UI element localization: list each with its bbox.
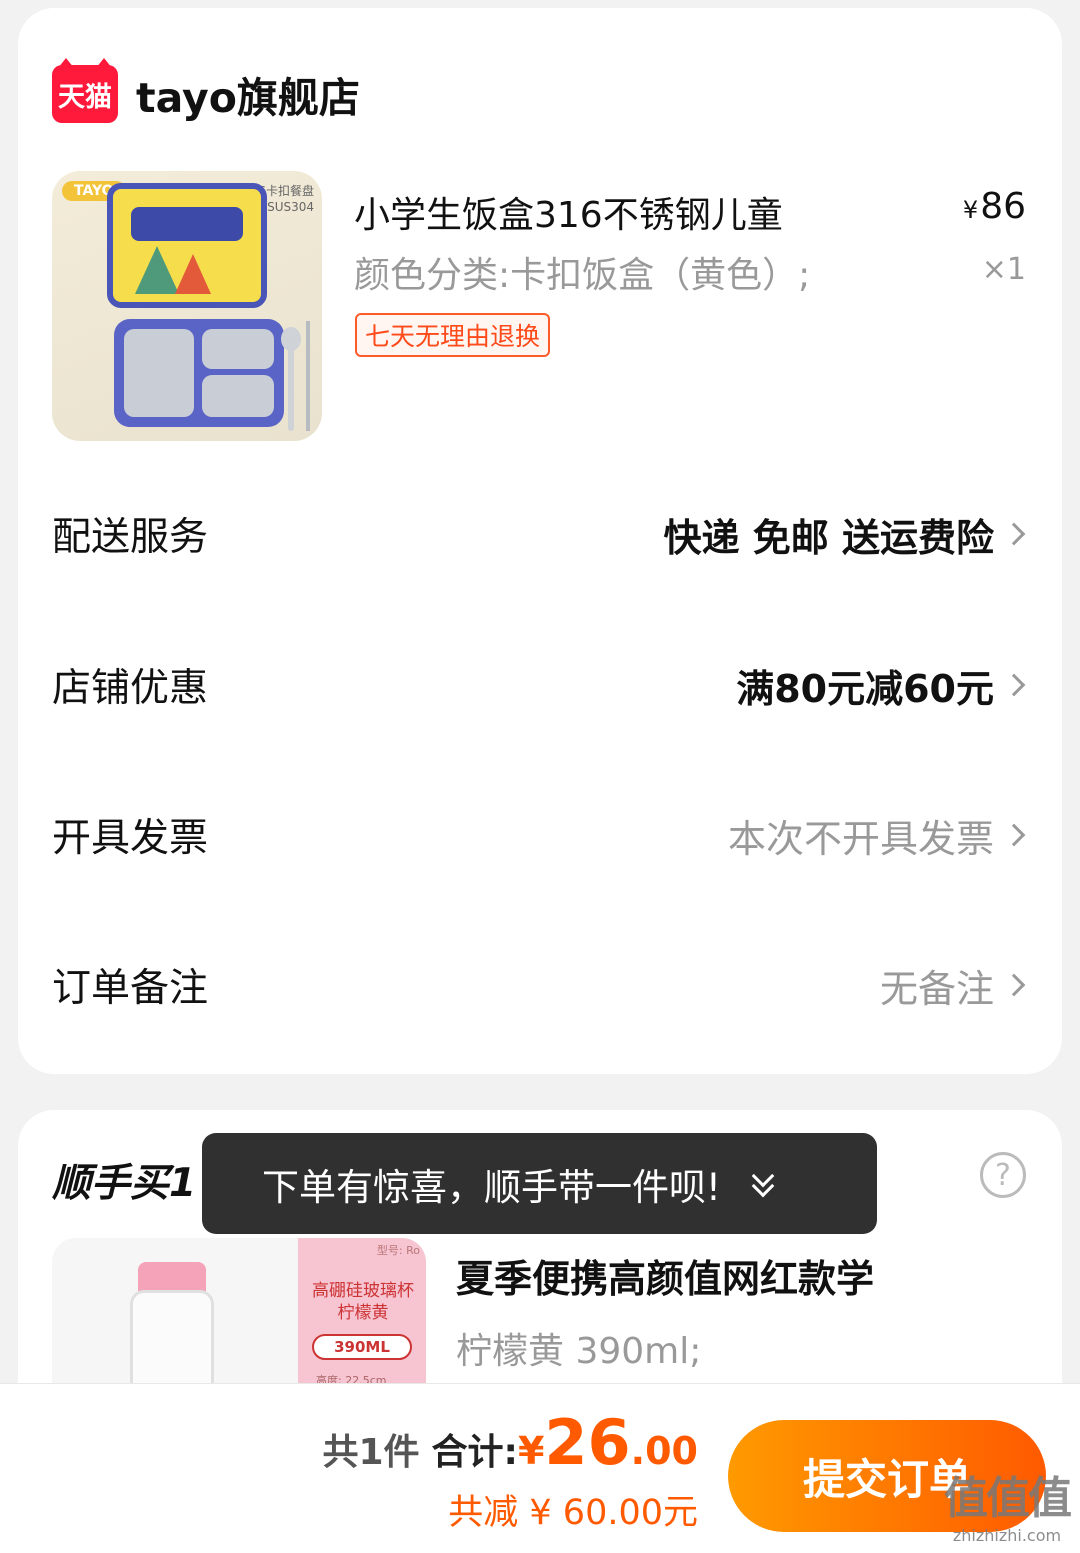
spoon-illustration xyxy=(281,327,301,431)
chevron-right-icon xyxy=(1002,823,1026,847)
row-value: 快递 免邮 送运费险 xyxy=(663,515,994,560)
total-currency: ¥ xyxy=(517,1429,545,1473)
checkout-bar: 共1件 合计: ¥ 26 .00 共减 ¥ 60.00元 提交订单 值值值 zh… xyxy=(0,1383,1080,1553)
row-label: 配送服务 xyxy=(52,515,209,560)
total-saved: 共减 ¥ 60.00元 xyxy=(448,1493,698,1533)
chevron-right-icon xyxy=(1002,973,1026,997)
promo-toast[interactable]: 下单有惊喜，顺手带一件呗! xyxy=(202,1133,877,1234)
invoice-row[interactable]: 开具发票 本次不开具发票 xyxy=(52,805,1028,865)
watermark: 值值值 zhizhizhi.com xyxy=(944,1473,1072,1545)
order-total: 共1件 合计: ¥ 26 .00 xyxy=(322,1406,698,1479)
return-policy-tag: 七天无理由退换 xyxy=(355,313,551,357)
toast-text: 下单有惊喜，顺手带一件呗! xyxy=(262,1165,721,1209)
add-on-item-title[interactable]: 夏季便携高颜值网红款学 xyxy=(456,1248,874,1303)
row-value: 本次不开具发票 xyxy=(727,816,994,861)
product-spec[interactable]: 颜色分类:卡扣饭盒（黄色）; xyxy=(354,246,810,298)
chopsticks-illustration xyxy=(306,321,310,431)
row-label: 开具发票 xyxy=(52,816,209,861)
tmall-logo: 天猫 xyxy=(52,58,118,123)
add-on-item-spec[interactable]: 柠檬黄 390ml; xyxy=(456,1322,701,1374)
total-integer: 26 xyxy=(544,1406,631,1479)
lunchbox-tray-illustration xyxy=(114,319,284,427)
store-order-card: 天猫 tayo旗舰店 TAYO 恐龙316卡扣餐盘 饭盒/餐具SUS304 小学… xyxy=(18,8,1062,1074)
store-name[interactable]: tayo旗舰店 xyxy=(136,64,360,124)
product-title[interactable]: 小学生饭盒316不锈钢儿童 xyxy=(354,186,783,238)
double-chevron-down-icon[interactable] xyxy=(751,1164,775,1197)
lunchbox-lid-illustration xyxy=(107,183,267,308)
item-count: 共1件 xyxy=(322,1432,420,1473)
product-image[interactable]: TAYO 恐龙316卡扣餐盘 饭盒/餐具SUS304 xyxy=(52,171,322,441)
row-label: 店铺优惠 xyxy=(52,666,209,711)
chevron-right-icon xyxy=(1002,673,1026,697)
total-label: 合计: xyxy=(431,1432,518,1473)
product-price: ¥86 xyxy=(962,186,1026,227)
row-label: 订单备注 xyxy=(52,966,209,1011)
order-note-row[interactable]: 订单备注 无备注 xyxy=(52,955,1028,1015)
row-value: 无备注 xyxy=(879,966,994,1011)
add-on-section-title: 顺手买1 xyxy=(52,1161,197,1206)
store-discount-row[interactable]: 店铺优惠 满80元减60元 xyxy=(52,655,1028,715)
store-header[interactable]: 天猫 tayo旗舰店 xyxy=(52,58,360,124)
row-value: 满80元减60元 xyxy=(736,666,994,711)
help-icon[interactable]: ? xyxy=(980,1152,1026,1198)
total-decimal: .00 xyxy=(630,1429,698,1473)
chevron-right-icon xyxy=(1002,522,1026,546)
product-quantity: ×1 xyxy=(981,252,1026,287)
delivery-service-row[interactable]: 配送服务 快递 免邮 送运费险 xyxy=(52,504,1028,564)
